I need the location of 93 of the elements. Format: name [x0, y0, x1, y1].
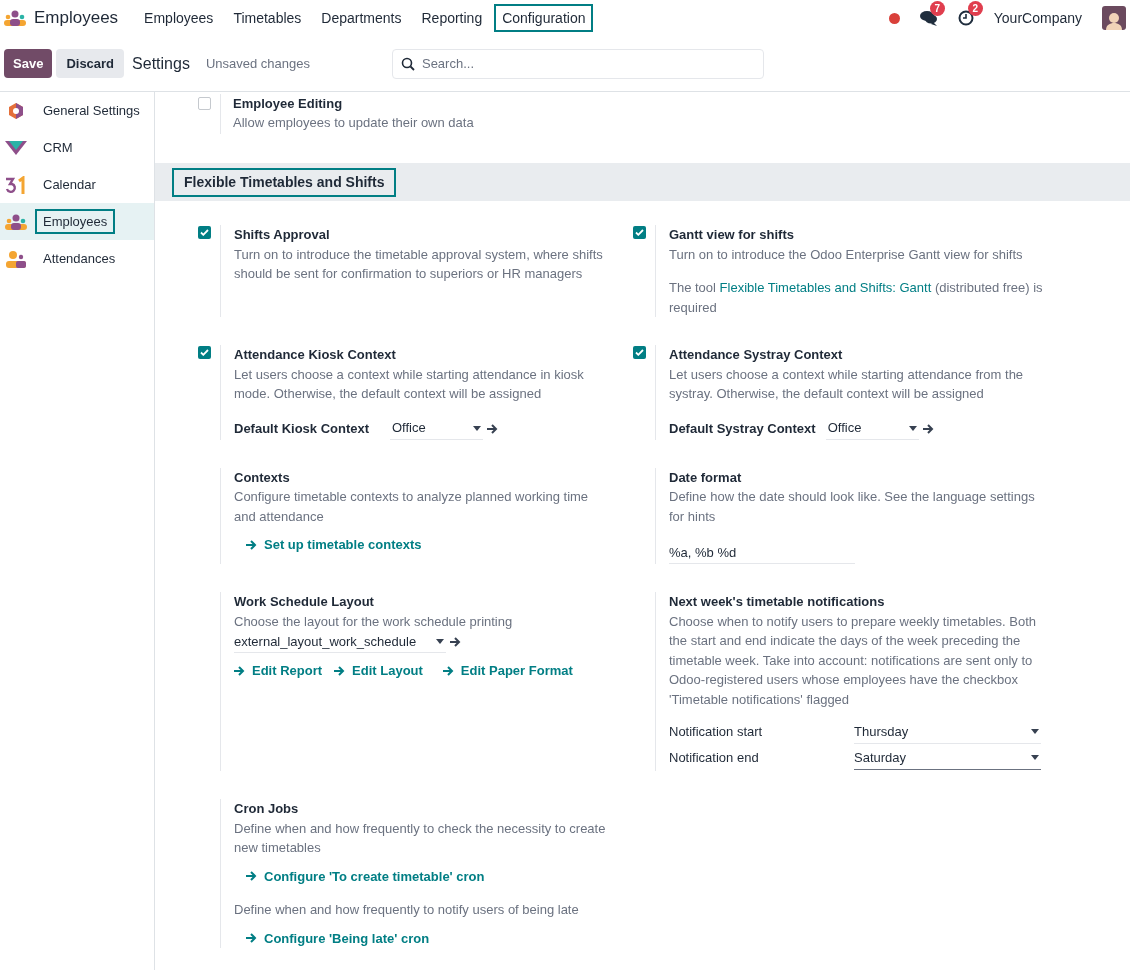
- action-link[interactable]: Configure 'To create timetable' cron: [246, 866, 485, 886]
- arrow-icon: [487, 423, 498, 434]
- caret-icon: [1031, 755, 1039, 760]
- sidebar-item[interactable]: Employees: [0, 203, 154, 240]
- clock-icon: [957, 10, 974, 26]
- setting-description: Define when and how frequently to check the necessity to create new timetables: [234, 819, 607, 857]
- arrow-icon: [922, 423, 934, 434]
- setting-title: Attendance Kiosk Context: [234, 346, 397, 364]
- setting-description: Turn on to introduce the Odoo Enterprise Gantt view for shifts: [669, 245, 1024, 264]
- menu-item[interactable]: Departments: [313, 4, 410, 32]
- caret-icon: [473, 425, 481, 431]
- setting-description: Configure timetable contexts to analyze planned working time and attendance: [234, 488, 590, 526]
- arrow-icon: [246, 933, 257, 944]
- unsaved-status: Unsaved changes: [205, 54, 310, 73]
- discard-button[interactable]: Discard: [56, 49, 125, 78]
- setting-title: Next week's timetable notifications: [669, 593, 886, 611]
- open-record-button[interactable]: [487, 423, 498, 434]
- setting-description: Choose the layout for the work schedule printing: [234, 612, 514, 631]
- checkbox[interactable]: [198, 346, 211, 359]
- arrow-icon: [246, 871, 257, 882]
- arrow-icon: [442, 665, 454, 676]
- action-link[interactable]: Edit Report: [234, 661, 323, 681]
- action-link[interactable]: Configure 'Being late' cron: [246, 928, 430, 948]
- day-select[interactable]: Saturday: [854, 746, 1041, 770]
- action-link[interactable]: Set up timetable contexts: [246, 535, 422, 555]
- count-badge: 2: [967, 1, 983, 16]
- setting-description: Turn on to introduce the timetable approval system, where shifts should be sent for confirmation to superiors or HR managers: [234, 245, 604, 283]
- setting-description: Allow employees to update their own data: [233, 114, 474, 132]
- search-icon: [400, 56, 415, 71]
- search-field[interactable]: Search...: [391, 48, 764, 79]
- setting-title: Work Schedule Layout: [234, 593, 375, 611]
- menu-item[interactable]: Employees: [136, 4, 222, 32]
- sidebar-item[interactable]: Calendar: [0, 166, 154, 203]
- setting-title: Contexts: [234, 468, 291, 487]
- chat-icon: [919, 10, 938, 26]
- caret-icon: [1031, 729, 1039, 734]
- checkbox[interactable]: [198, 226, 211, 239]
- sidebar-item[interactable]: General Settings: [0, 92, 154, 129]
- setting-description: Let users choose a context while starting attendance in kiosk mode. Otherwise, the default context will be assigned: [234, 365, 585, 403]
- app-number-icon: [5, 175, 27, 194]
- action-link[interactable]: Edit Paper Format: [442, 661, 573, 681]
- save-button[interactable]: Save: [4, 49, 53, 78]
- setting-title: Shifts Approval: [234, 226, 331, 244]
- checkbox[interactable]: [633, 346, 646, 359]
- caret-icon: [436, 639, 444, 644]
- user-avatar[interactable]: [1102, 6, 1126, 30]
- menu-item[interactable]: Configuration: [494, 4, 594, 32]
- open-record-button[interactable]: [922, 423, 934, 434]
- menu-item[interactable]: Reporting: [413, 4, 491, 32]
- setting-title: Attendance Systray Context: [669, 346, 844, 364]
- arrow-icon: [334, 665, 346, 676]
- field-label: Notification start: [669, 723, 764, 742]
- setting-note: The tool Flexible Timetables and Shifts: Gantt (distributed free) is required: [669, 279, 1044, 317]
- arrow-icon: [234, 665, 245, 676]
- sidebar-item[interactable]: Attendances: [0, 240, 154, 277]
- caret-icon: [908, 425, 917, 431]
- app-logo-icon: [4, 10, 26, 26]
- field-label: Default Kiosk Context: [234, 419, 371, 438]
- count-badge: 7: [929, 1, 945, 16]
- field-label: Notification end: [669, 749, 760, 768]
- app-name: Employees: [34, 7, 119, 30]
- arrow-icon: [450, 637, 461, 647]
- menu-item[interactable]: Timetables: [225, 4, 310, 32]
- context-select[interactable]: Office: [825, 417, 919, 440]
- context-select[interactable]: Office: [390, 417, 483, 440]
- sidebar-item[interactable]: CRM: [0, 129, 154, 166]
- setting-description: Define how the date should look like. See the language settings for hints: [669, 488, 1036, 526]
- checkbox[interactable]: [198, 97, 211, 110]
- section-title: Flexible Timetables and Shifts: [172, 167, 397, 197]
- setting-description: Let users choose a context while starting attendance from the systray. Otherwise, the default context will be assigned: [669, 365, 1025, 403]
- company-switcher[interactable]: YourCompany: [993, 7, 1082, 29]
- field-label: Default Systray Context: [669, 419, 816, 438]
- date-format-field[interactable]: %a, %b %d: [669, 542, 855, 564]
- page-title: Settings: [132, 53, 190, 74]
- app-chevron-icon: [5, 140, 27, 155]
- setting-title: Date format: [669, 468, 743, 487]
- activities-button[interactable]: [957, 10, 974, 26]
- setting-title: Employee Editing: [233, 95, 344, 113]
- module-link[interactable]: Flexible Timetables and Shifts: Gantt: [719, 280, 932, 295]
- day-select[interactable]: Thursday: [854, 720, 1041, 744]
- app-people-icon: [5, 213, 27, 230]
- arrow-icon: [246, 539, 257, 550]
- setting-description: Choose when to notify users to prepare weekly timetables. Both the start and end indicate the days of the week preceding the timetable week. Take into account: notifications are sent only to Odoo-registered users whose employees have the checkbox 'Timetable notifications' flagged: [669, 612, 1038, 709]
- setting-title: Cron Jobs: [234, 800, 300, 818]
- person-silhouette-icon: [1104, 10, 1124, 30]
- layout-select[interactable]: external_layout_work_schedule: [234, 631, 446, 653]
- checkbox[interactable]: [633, 226, 646, 239]
- setting-title: Gantt view for shifts: [669, 226, 795, 244]
- app-people-icon: [6, 249, 26, 268]
- action-link[interactable]: Edit Layout: [334, 661, 423, 681]
- open-record-button[interactable]: [450, 637, 461, 647]
- setting-description: Define when and how frequently to notify users of being late: [234, 901, 580, 919]
- app-hexagon-icon: [7, 101, 25, 120]
